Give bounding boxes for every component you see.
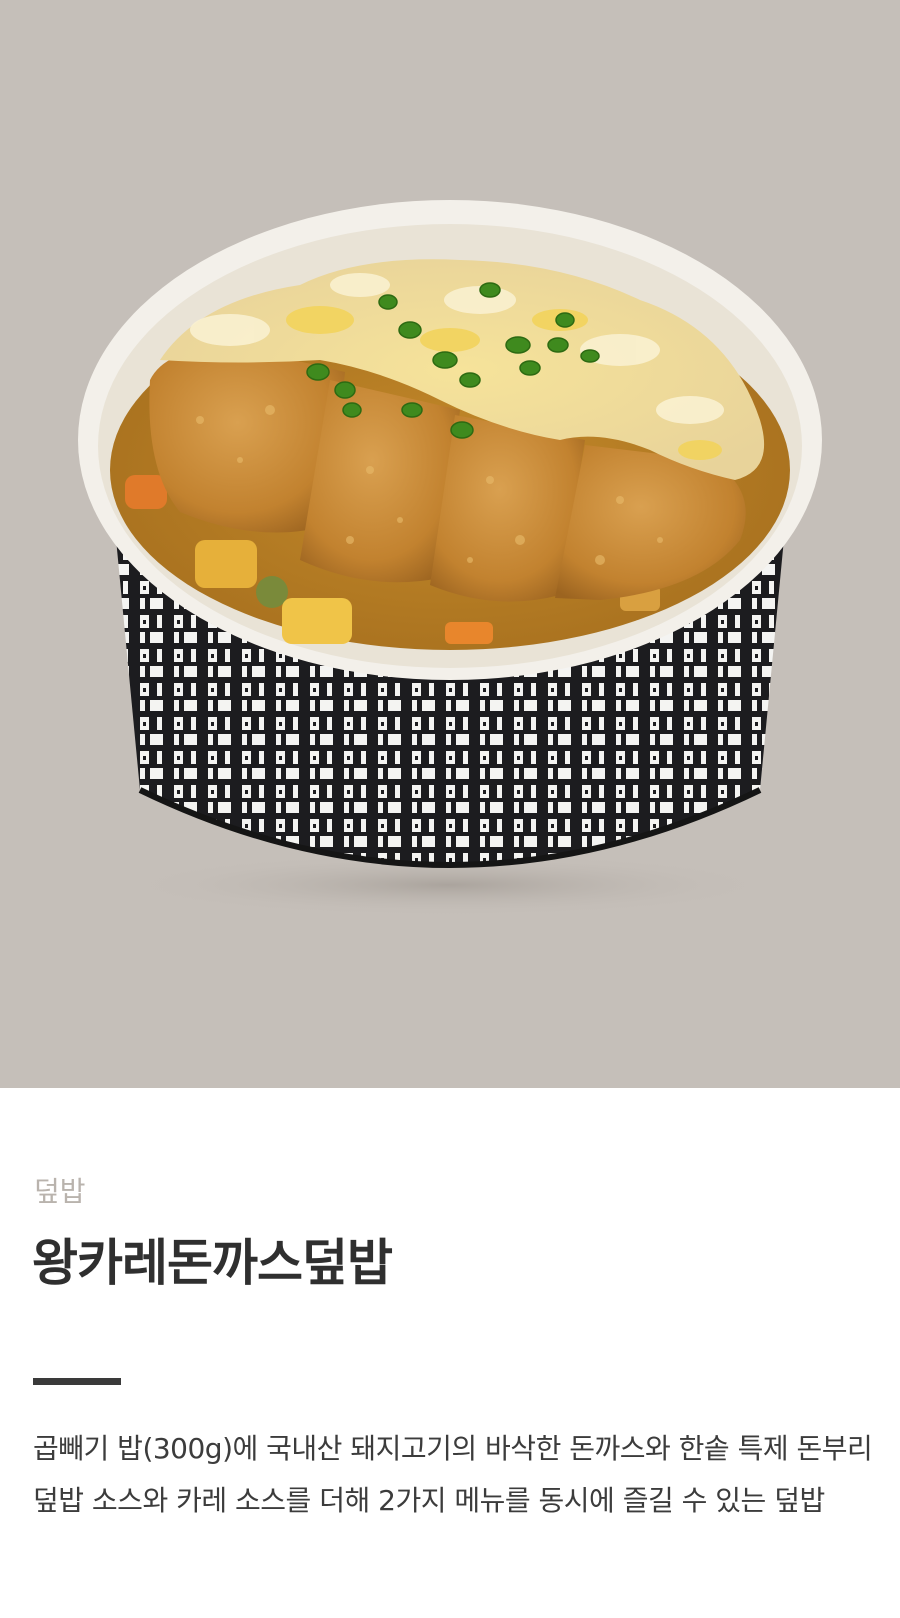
product-info: 덮밥 왕카레돈까스덮밥 곱빼기 밥(300g)에 국내산 돼지고기의 바삭한 돈… (0, 1088, 900, 1618)
product-description: 곱빼기 밥(300g)에 국내산 돼지고기의 바삭한 돈까스와 한솥 특제 돈부… (33, 1432, 873, 1517)
product-image (0, 0, 900, 1088)
title-divider (33, 1378, 121, 1385)
curry-katsu-bowl-illustration (78, 200, 822, 917)
product-category: 덮밥 (34, 1175, 86, 1208)
product-detail-page: 덮밥 왕카레돈까스덮밥 곱빼기 밥(300g)에 국내산 돼지고기의 바삭한 돈… (0, 0, 900, 1618)
product-title: 왕카레돈까스덮밥 (32, 1234, 393, 1292)
